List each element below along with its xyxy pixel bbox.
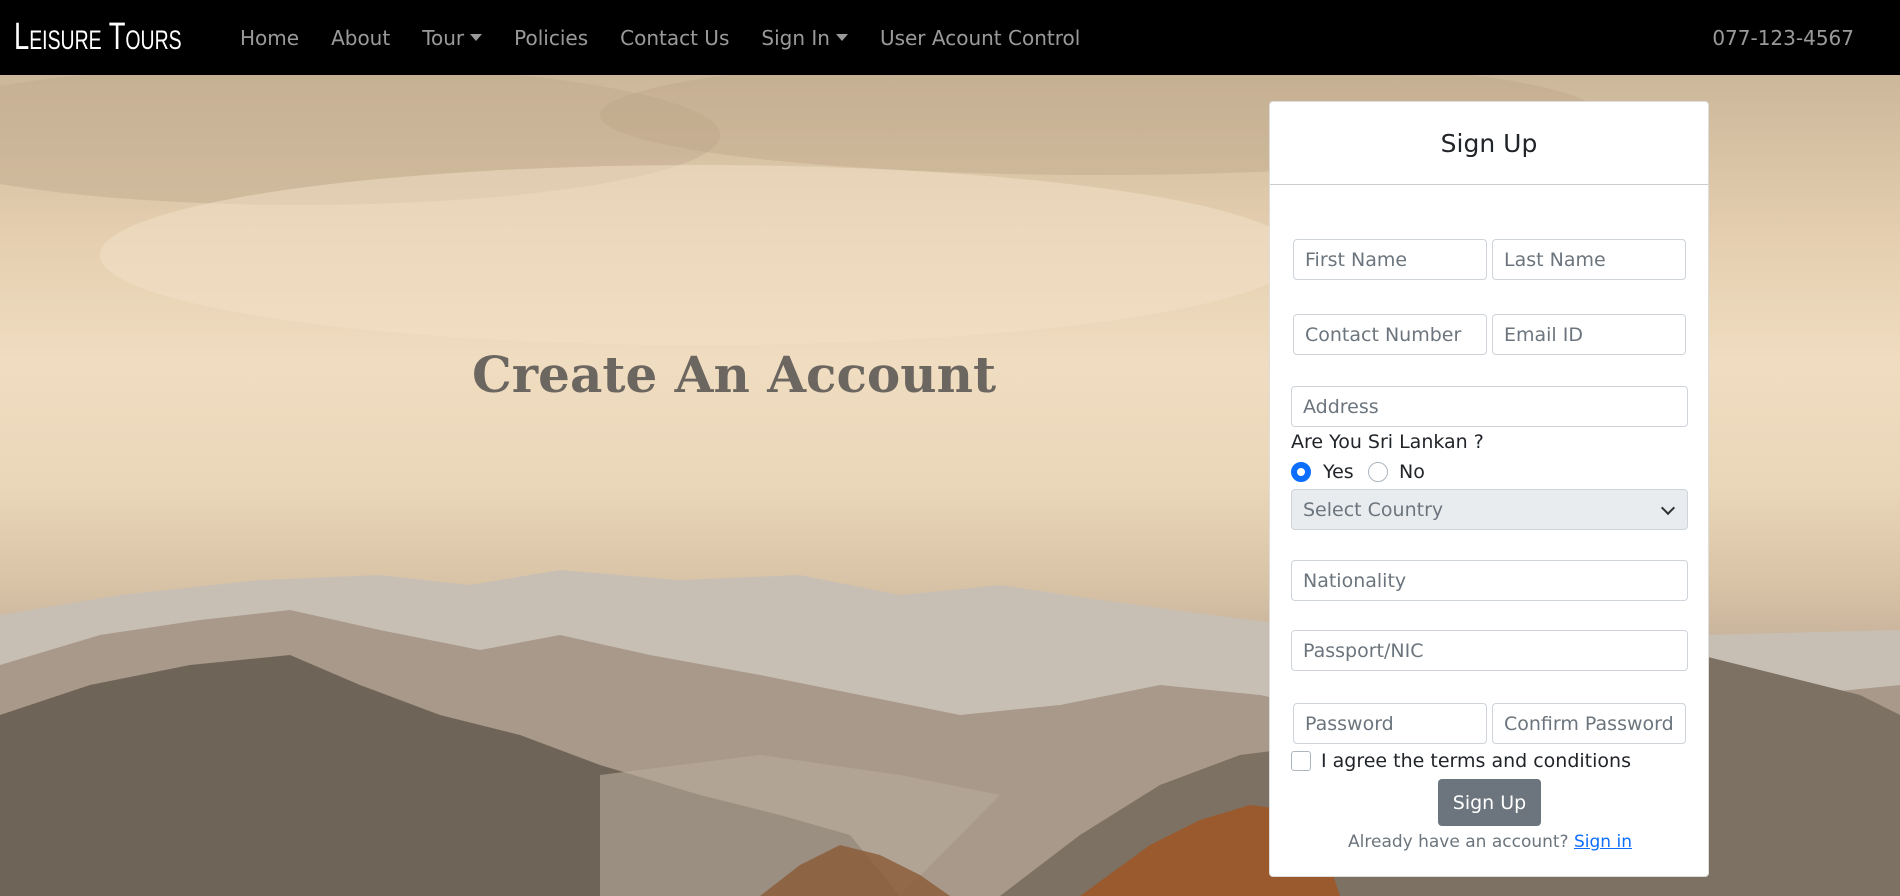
nav-item-tour[interactable]: Tour: [406, 0, 498, 75]
navbar: Leisure Tours Home About Tour Policies Conta…: [0, 0, 1900, 75]
nav-item-label: User Acount Control: [879, 25, 1081, 50]
nav-item-label: Policies: [514, 25, 589, 50]
yes-label: Yes: [1323, 461, 1354, 483]
nav-item-about[interactable]: About: [315, 0, 406, 75]
country-select[interactable]: Select Country: [1291, 489, 1688, 530]
nav-item-label: Tour: [422, 25, 465, 50]
nav-item-contact-us[interactable]: Contact Us: [604, 0, 745, 75]
nav-item-label: About: [331, 25, 391, 50]
nav-item-home[interactable]: Home: [224, 0, 315, 75]
caret-down-icon: [470, 34, 483, 41]
terms-checkbox[interactable]: [1291, 751, 1311, 771]
email-input[interactable]: Email ID: [1492, 314, 1686, 355]
nav-item-policies[interactable]: Policies: [498, 0, 604, 75]
signup-title: Sign Up: [1270, 102, 1708, 185]
sri-lankan-question: Are You Sri Lankan ?: [1291, 431, 1484, 453]
no-radio[interactable]: [1368, 462, 1388, 482]
yes-radio[interactable]: [1291, 462, 1311, 482]
contact-number-input[interactable]: Contact Number: [1293, 314, 1487, 355]
nationality-input[interactable]: Nationality: [1291, 560, 1688, 601]
signin-link[interactable]: Sign in: [1574, 832, 1632, 852]
hero-title: Create An Account: [472, 345, 997, 404]
nav-item-sign-in[interactable]: Sign In: [745, 0, 864, 75]
brand-logo[interactable]: Leisure Tours: [14, 16, 182, 59]
nav-item-label: Contact Us: [620, 25, 730, 50]
caret-down-icon: [835, 34, 848, 41]
signin-prompt: Already have an account? Sign in: [1270, 832, 1710, 852]
first-name-input[interactable]: First Name: [1293, 239, 1487, 280]
terms-label: I agree the terms and conditions: [1321, 750, 1631, 772]
phone-number: 077-123-4567: [1712, 25, 1854, 50]
last-name-input[interactable]: Last Name: [1492, 239, 1686, 280]
confirm-password-input[interactable]: Confirm Password: [1492, 703, 1686, 744]
passport-input[interactable]: Passport/NIC: [1291, 630, 1688, 671]
password-input[interactable]: Password: [1293, 703, 1487, 744]
chevron-down-icon: [1660, 500, 1676, 516]
no-label: No: [1399, 461, 1425, 483]
already-text: Already have an account?: [1348, 832, 1569, 852]
country-select-value: Select Country: [1303, 498, 1444, 521]
nav-item-user-acount-control[interactable]: User Acount Control: [864, 0, 1096, 75]
address-input[interactable]: Address: [1291, 386, 1688, 427]
signup-card: Sign Up First Name Last Name Contact Num…: [1269, 101, 1709, 877]
signup-button[interactable]: Sign Up: [1438, 779, 1541, 826]
nav-item-label: Sign In: [761, 25, 830, 50]
nav-item-label: Home: [240, 25, 300, 50]
